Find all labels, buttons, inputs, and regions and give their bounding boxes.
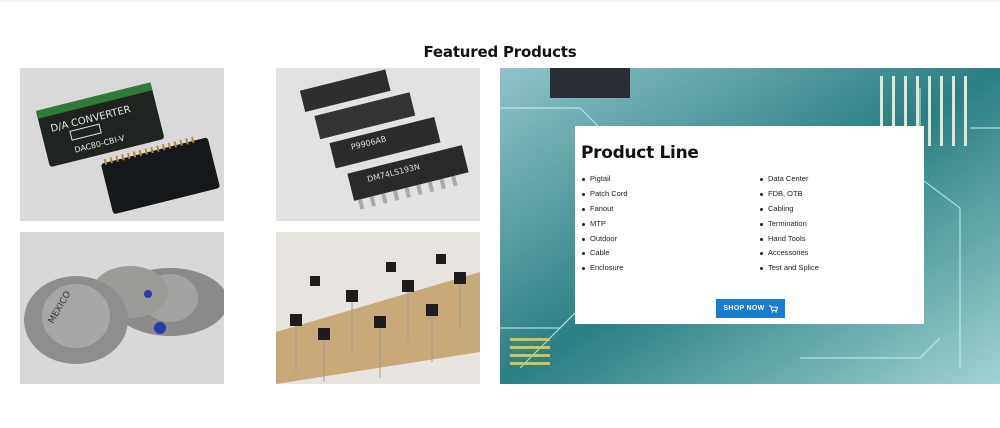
product-item[interactable]: FDB, OTB — [759, 187, 819, 202]
product-item[interactable]: Enclosure — [581, 261, 628, 276]
product-image-small-transistors[interactable] — [276, 232, 480, 384]
product-line-title: Product Line — [581, 143, 699, 163]
top-divider — [0, 0, 1000, 2]
shop-now-button[interactable]: SHOP NOW — [716, 299, 785, 318]
da-converter-picture: D/A CONVERTER DAC80-CBI-V — [20, 68, 224, 221]
product-image-da-converter[interactable]: D/A CONVERTER DAC80-CBI-V — [20, 68, 224, 221]
product-item[interactable]: Cabling — [759, 202, 819, 217]
product-image-ic-chips[interactable]: P9906AB DM74LS193N — [276, 68, 480, 221]
product-item[interactable]: Hand Tools — [759, 232, 819, 247]
product-list-right: Data Center FDB, OTB Cabling Termination… — [759, 172, 819, 276]
product-line-card: Product Line Pigtail Patch Cord Fanout M… — [575, 126, 924, 324]
product-item[interactable]: Outdoor — [581, 232, 628, 247]
product-item[interactable]: Test and Splice — [759, 261, 819, 276]
product-item[interactable]: Pigtail — [581, 172, 628, 187]
small-transistors-picture — [276, 232, 480, 384]
product-item[interactable]: Termination — [759, 217, 819, 232]
shop-now-label: SHOP NOW — [723, 305, 765, 312]
product-item[interactable]: Accessories — [759, 246, 819, 261]
product-image-power-transistors[interactable]: MEXICO — [20, 232, 224, 384]
section-title: Featured Products — [423, 43, 577, 61]
ic-chips-picture: P9906AB DM74LS193N — [276, 68, 480, 221]
product-item[interactable]: Patch Cord — [581, 187, 628, 202]
product-list-left: Pigtail Patch Cord Fanout MTP Outdoor Ca… — [581, 172, 628, 276]
product-item[interactable]: Cable — [581, 246, 628, 261]
power-transistors-picture: MEXICO — [20, 232, 224, 384]
product-item[interactable]: Fanout — [581, 202, 628, 217]
product-item[interactable]: Data Center — [759, 172, 819, 187]
product-item[interactable]: MTP — [581, 217, 628, 232]
cart-icon — [768, 304, 778, 313]
